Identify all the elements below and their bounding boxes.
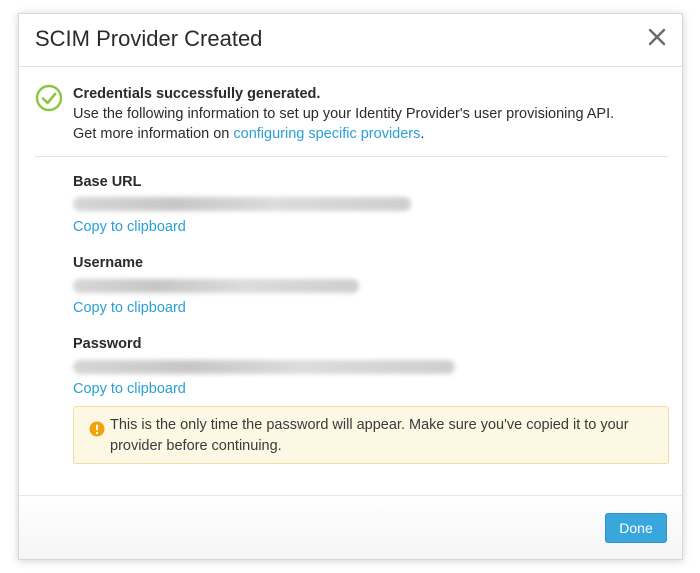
base-url-label: Base URL: [73, 174, 142, 190]
success-title: Credentials successfully generated.: [73, 86, 321, 102]
base-url-value: [73, 197, 411, 211]
dialog-header: SCIM Provider Created: [19, 14, 682, 67]
password-label: Password: [73, 336, 142, 352]
password-value: [73, 360, 455, 374]
copy-password-link[interactable]: Copy to clipboard: [73, 381, 186, 397]
copy-base-url-link[interactable]: Copy to clipboard: [73, 219, 186, 235]
warning-text: This is the only time the password will …: [110, 417, 629, 454]
success-line-2: Get more information on configuring spec…: [73, 124, 673, 144]
divider: [35, 156, 668, 157]
dialog-footer: Done: [19, 495, 682, 559]
done-button[interactable]: Done: [605, 513, 667, 543]
username-label: Username: [73, 255, 144, 271]
username-value: [73, 279, 359, 293]
success-line-2-prefix: Get more information on: [73, 126, 234, 142]
close-icon[interactable]: [646, 26, 668, 48]
configuring-providers-link[interactable]: configuring specific providers: [233, 126, 420, 142]
success-line-1: Use the following information to set up …: [73, 106, 615, 122]
copy-username-link[interactable]: Copy to clipboard: [73, 300, 186, 316]
dialog-title: SCIM Provider Created: [35, 26, 263, 51]
success-text: Credentials successfully generated. Use …: [73, 84, 673, 144]
check-circle-icon: [35, 84, 63, 112]
password-warning: This is the only time the password will …: [73, 406, 669, 464]
success-line-2-suffix: .: [420, 126, 425, 142]
scim-provider-dialog: SCIM Provider Created Credentials succes…: [18, 13, 683, 560]
warning-icon: [89, 421, 105, 437]
